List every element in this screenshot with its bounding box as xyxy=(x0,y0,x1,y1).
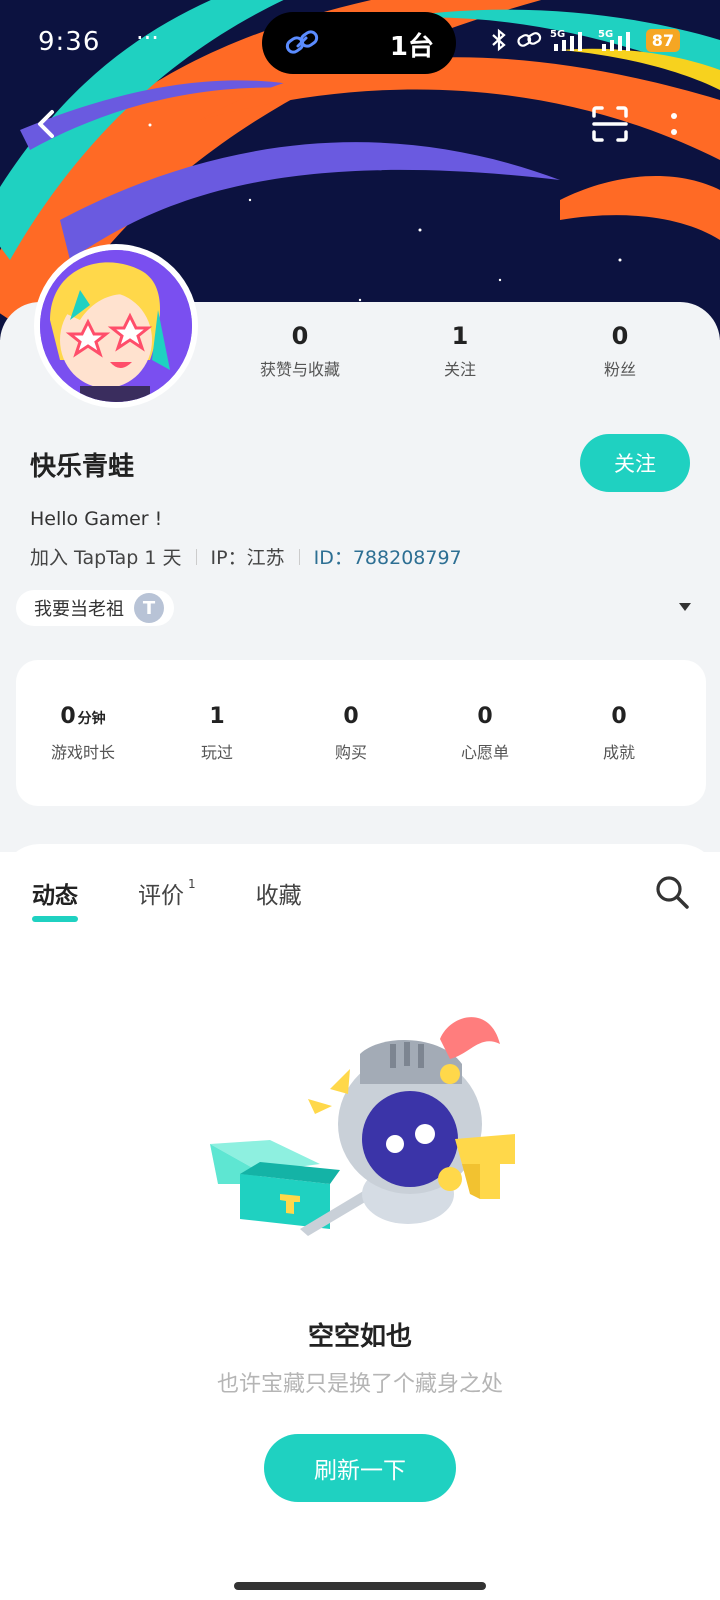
stat-label: 游戏时长 xyxy=(50,742,115,762)
game-stat-achievements[interactable]: 0 成就 xyxy=(552,704,686,763)
badge-label: 我要当老祖 xyxy=(34,599,124,620)
stat-likes[interactable]: 0 获赞与收藏 xyxy=(220,322,380,380)
tab-reviews[interactable]: 评价 1 xyxy=(138,876,196,910)
link-icon xyxy=(285,30,319,54)
game-stat-playtime[interactable]: 0 分钟 游戏时长 xyxy=(16,704,150,763)
stat-label: 成就 xyxy=(602,742,635,762)
island-text: 1台 xyxy=(389,32,434,62)
profile-stats: 0 获赞与收藏 1 关注 0 粉丝 xyxy=(220,322,700,380)
chevron-left-icon[interactable] xyxy=(28,104,68,144)
follow-button[interactable]: 关注 xyxy=(580,434,690,492)
user-bio: Hello Gamer ! xyxy=(30,508,163,530)
stat-number: 1 xyxy=(451,322,469,350)
stat-number: 0 分钟 xyxy=(60,703,106,729)
more-vertical-icon[interactable] xyxy=(664,110,684,140)
status-notification-dots: ··· xyxy=(136,24,159,52)
stat-label: 购买 xyxy=(334,742,367,762)
signal-5g-icon: 5G xyxy=(550,29,582,51)
signal-5g-icon: 5G xyxy=(598,29,630,51)
game-stat-played[interactable]: 1 玩过 xyxy=(150,704,284,763)
divider xyxy=(195,548,197,565)
stat-number: 0 xyxy=(291,322,309,350)
stat-followers[interactable]: 0 粉丝 xyxy=(540,322,700,380)
join-date: 加入 TapTap 1 天 xyxy=(30,547,182,569)
stat-number: 0 xyxy=(477,703,493,729)
stat-following[interactable]: 1 关注 xyxy=(380,322,540,380)
caret-down-icon[interactable] xyxy=(678,602,692,612)
stat-label: 获赞与收藏 xyxy=(259,360,340,379)
user-meta: 加入 TapTap 1 天 IP：江苏 ID：788208797 xyxy=(30,543,462,570)
game-stats-box: 0 分钟 游戏时长 1 玩过 0 购买 0 心愿单 0 成就 xyxy=(16,660,706,806)
taptap-badge-icon: T xyxy=(134,593,164,623)
status-bar: 9:36 ··· 1台 5G 5G 87 xyxy=(0,0,720,86)
stat-number: 0 xyxy=(611,322,629,350)
bluetooth-icon xyxy=(491,28,506,52)
content-tabs: 动态 评价 1 收藏 xyxy=(32,876,302,922)
stat-number: 1 xyxy=(209,703,225,729)
home-indicator[interactable] xyxy=(234,1582,486,1590)
game-stat-purchased[interactable]: 0 购买 xyxy=(284,704,418,763)
status-icons: 5G 5G 87 xyxy=(490,28,680,52)
svg-text:5G: 5G xyxy=(550,29,565,40)
search-icon[interactable] xyxy=(654,874,690,910)
user-id[interactable]: ID：788208797 xyxy=(314,543,462,570)
tab-count: 1 xyxy=(188,877,196,892)
stat-number: 0 xyxy=(343,703,359,729)
content-panel: 动态 评价 1 收藏 空空如也 也许宝藏只是换了个藏身之处 刷新一下 xyxy=(0,844,720,1600)
dynamic-island: 1台 xyxy=(262,12,456,74)
battery-indicator: 87 xyxy=(645,28,680,52)
empty-state-knight-illustration xyxy=(210,1017,515,1236)
divider xyxy=(298,548,300,565)
user-badge[interactable]: 我要当老祖 T xyxy=(16,590,174,626)
empty-state-subtitle: 也许宝藏只是换了个藏身之处 xyxy=(216,1372,503,1397)
avatar-illustration xyxy=(40,250,192,402)
link-icon xyxy=(517,32,541,47)
game-stat-wishlist[interactable]: 0 心愿单 xyxy=(418,704,552,763)
refresh-button[interactable]: 刷新一下 xyxy=(264,1434,456,1502)
tab-feed[interactable]: 动态 xyxy=(32,876,78,922)
stat-label: 关注 xyxy=(443,360,476,379)
status-time: 9:36 xyxy=(38,27,101,57)
ip-location: IP：江苏 xyxy=(210,547,285,569)
svg-text:5G: 5G xyxy=(598,29,613,40)
stat-number: 0 xyxy=(611,703,627,729)
username: 快乐青蛙 xyxy=(30,452,135,482)
tab-favorites[interactable]: 收藏 xyxy=(256,876,302,910)
scan-icon[interactable] xyxy=(590,104,630,144)
stat-label: 玩过 xyxy=(200,742,233,762)
avatar[interactable] xyxy=(34,244,198,408)
empty-state-title: 空空如也 xyxy=(307,1322,412,1352)
stat-label: 心愿单 xyxy=(460,742,509,762)
stat-label: 粉丝 xyxy=(603,360,636,379)
